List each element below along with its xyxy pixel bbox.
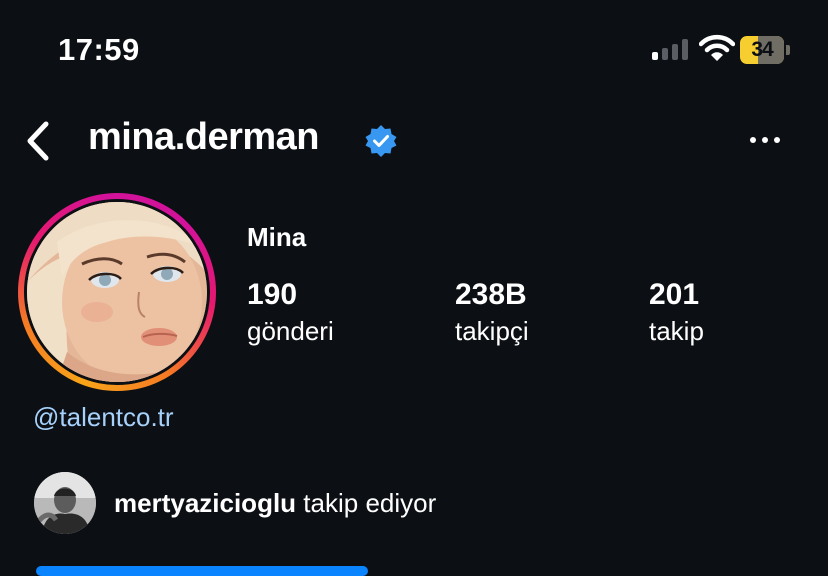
follower-avatar xyxy=(34,472,96,534)
verified-badge-icon xyxy=(365,125,397,157)
more-options-button[interactable] xyxy=(744,126,788,154)
posts-stat[interactable]: 190 gönderi xyxy=(247,278,334,348)
wifi-icon xyxy=(699,34,735,61)
followers-stat[interactable]: 238B takipçi xyxy=(455,278,529,348)
signal-icon xyxy=(652,38,692,60)
profile-picture xyxy=(27,202,207,382)
bio-link[interactable]: @talentco.tr xyxy=(33,402,174,433)
posts-label: gönderi xyxy=(247,316,334,346)
following-stat[interactable]: 201 takip xyxy=(649,278,704,348)
followed-by-text: mertyazicioglu takip ediyor xyxy=(114,488,436,519)
status-time: 17:59 xyxy=(58,32,140,67)
posts-count: 190 xyxy=(247,278,298,311)
followed-by-suffix: takip ediyor xyxy=(303,488,437,518)
follow-button[interactable] xyxy=(36,566,368,576)
profile-username: mina.derman xyxy=(88,116,320,158)
display-name: Mina xyxy=(247,222,307,252)
profile-avatar[interactable] xyxy=(18,193,216,391)
battery-level: 34 xyxy=(751,38,773,61)
battery-icon: 34 xyxy=(740,36,792,64)
followed-by-row[interactable]: mertyazicioglu takip ediyor xyxy=(30,472,730,536)
followers-label: takipçi xyxy=(455,316,529,346)
following-label: takip xyxy=(649,316,704,346)
back-button[interactable] xyxy=(20,118,60,164)
following-count: 201 xyxy=(649,278,700,311)
follower-username[interactable]: mertyazicioglu xyxy=(114,488,296,518)
followers-count: 238B xyxy=(455,278,527,311)
status-bar: 17:59 34 xyxy=(0,0,828,100)
